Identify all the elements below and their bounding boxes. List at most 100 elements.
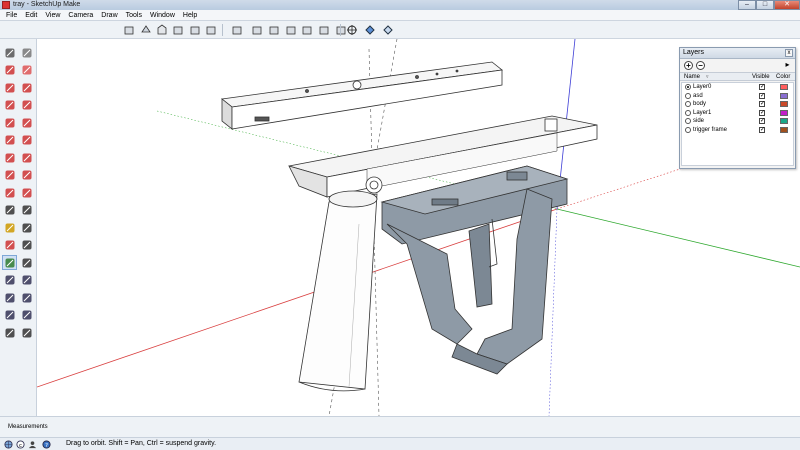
active-layer-radio[interactable]	[685, 84, 691, 90]
rotate-icon[interactable]	[2, 168, 17, 183]
menu-help[interactable]: Help	[179, 10, 201, 21]
layer-visible-checkbox[interactable]: ✓	[759, 84, 765, 90]
left-view-icon[interactable]	[204, 23, 218, 37]
menu-window[interactable]: Window	[146, 10, 179, 21]
front-view-icon[interactable]	[155, 23, 169, 37]
user-account-icon[interactable]	[28, 440, 37, 449]
layer-visible-checkbox[interactable]: ✓	[759, 92, 765, 99]
layer-color-swatch[interactable]	[780, 92, 788, 99]
layer-row[interactable]: trigger frame ✓	[682, 126, 793, 135]
rectangle-icon[interactable]	[2, 98, 17, 113]
zoom-icon[interactable]	[2, 273, 17, 288]
arc-icon[interactable]	[2, 133, 17, 148]
color-column-header[interactable]: Color	[776, 73, 790, 81]
grip-cylinder-part[interactable]	[298, 190, 378, 392]
shaded-textures-icon[interactable]	[317, 23, 331, 37]
layers-close-button[interactable]: x	[785, 49, 793, 57]
layer-row[interactable]: asd ✓	[682, 92, 793, 101]
credits-icon[interactable]: c	[16, 440, 25, 449]
select-icon[interactable]	[2, 45, 17, 60]
previous-view-icon[interactable]	[19, 290, 34, 305]
rotated-rectangle-icon[interactable]	[19, 98, 34, 113]
layer-row[interactable]: Layer0 ✓	[682, 83, 793, 92]
protractor-icon[interactable]	[2, 220, 17, 235]
layer-visible-checkbox[interactable]: ✓	[759, 109, 765, 116]
back-view-icon[interactable]	[188, 23, 202, 37]
menu-file[interactable]: File	[2, 10, 21, 21]
back-edges-icon[interactable]	[250, 23, 264, 37]
polygon-icon[interactable]	[19, 115, 34, 130]
menu-draw[interactable]: Draw	[97, 10, 121, 21]
look-around-icon[interactable]	[19, 308, 34, 323]
share-model-icon[interactable]	[381, 23, 395, 37]
menu-tools[interactable]: Tools	[122, 10, 146, 21]
scale-icon[interactable]	[2, 185, 17, 200]
eraser-icon[interactable]	[19, 63, 34, 78]
add-location-icon[interactable]	[345, 23, 359, 37]
layer-color-swatch[interactable]	[780, 126, 788, 133]
layer-row[interactable]: body ✓	[682, 100, 793, 109]
pan-icon[interactable]	[19, 255, 34, 270]
layer-name[interactable]: side	[693, 117, 704, 125]
layer-color-swatch[interactable]	[780, 118, 788, 124]
axes-icon[interactable]	[2, 238, 17, 253]
layer-visible-checkbox[interactable]: ✓	[759, 101, 765, 107]
position-camera-icon[interactable]	[2, 308, 17, 323]
active-layer-radio[interactable]	[685, 126, 691, 133]
circle-icon[interactable]	[2, 115, 17, 130]
visible-column-header[interactable]: Visible	[752, 73, 770, 81]
layer-color-swatch[interactable]	[780, 101, 788, 107]
active-layer-radio[interactable]	[685, 101, 691, 107]
walk-icon[interactable]	[2, 325, 17, 340]
dimension-icon[interactable]	[19, 203, 34, 218]
top-view-icon[interactable]	[139, 23, 153, 37]
3d-text-icon[interactable]	[19, 238, 34, 253]
push-pull-icon[interactable]	[19, 150, 34, 165]
layer-visible-checkbox[interactable]: ✓	[759, 118, 765, 124]
geo-location-icon[interactable]	[4, 440, 13, 449]
layer-name[interactable]: body	[693, 100, 706, 108]
zoom-window-icon[interactable]	[19, 273, 34, 288]
freehand-icon[interactable]	[19, 80, 34, 95]
move-icon[interactable]	[2, 150, 17, 165]
text-icon[interactable]	[19, 220, 34, 235]
menu-camera[interactable]: Camera	[64, 10, 97, 21]
section-plane-icon[interactable]	[19, 325, 34, 340]
active-layer-radio[interactable]	[685, 92, 691, 99]
iso-view-icon[interactable]	[122, 23, 136, 37]
orbit-icon[interactable]	[2, 255, 17, 270]
tape-measure-icon[interactable]	[2, 203, 17, 218]
active-layer-radio[interactable]	[685, 118, 691, 124]
menu-edit[interactable]: Edit	[21, 10, 41, 21]
layer-row[interactable]: side ✓	[682, 117, 793, 126]
name-column-header[interactable]: Name	[684, 73, 700, 81]
layer-visible-checkbox[interactable]: ✓	[759, 126, 765, 133]
layer-name[interactable]: Layer0	[693, 83, 711, 91]
layer-name[interactable]: asd	[693, 92, 703, 100]
delete-layer-button[interactable]: −	[696, 61, 705, 70]
minimize-button[interactable]: –	[738, 0, 756, 10]
menu-view[interactable]: View	[41, 10, 64, 21]
get-models-icon[interactable]	[363, 23, 377, 37]
maximize-button[interactable]: □	[756, 0, 774, 10]
layer-row[interactable]: Layer1 ✓	[682, 109, 793, 118]
zoom-extents-icon[interactable]	[2, 290, 17, 305]
add-layer-button[interactable]: +	[684, 61, 693, 70]
right-view-icon[interactable]	[171, 23, 185, 37]
line-icon[interactable]	[2, 80, 17, 95]
pie-icon[interactable]	[19, 133, 34, 148]
layer-name[interactable]: Layer1	[693, 109, 711, 117]
layer-name[interactable]: trigger frame	[693, 126, 727, 134]
offset-icon[interactable]	[19, 185, 34, 200]
xray-icon[interactable]	[230, 23, 244, 37]
paint-bucket-icon[interactable]	[2, 63, 17, 78]
hidden-line-icon[interactable]	[284, 23, 298, 37]
make-component-icon[interactable]	[19, 45, 34, 60]
follow-me-icon[interactable]	[19, 168, 34, 183]
close-button[interactable]: ✕	[774, 0, 800, 10]
layer-color-swatch[interactable]	[780, 109, 788, 116]
help-icon[interactable]: ?	[42, 440, 51, 449]
details-arrow-icon[interactable]: ▸	[783, 61, 792, 70]
shaded-icon[interactable]	[300, 23, 314, 37]
top-rail-part[interactable]	[221, 61, 503, 130]
